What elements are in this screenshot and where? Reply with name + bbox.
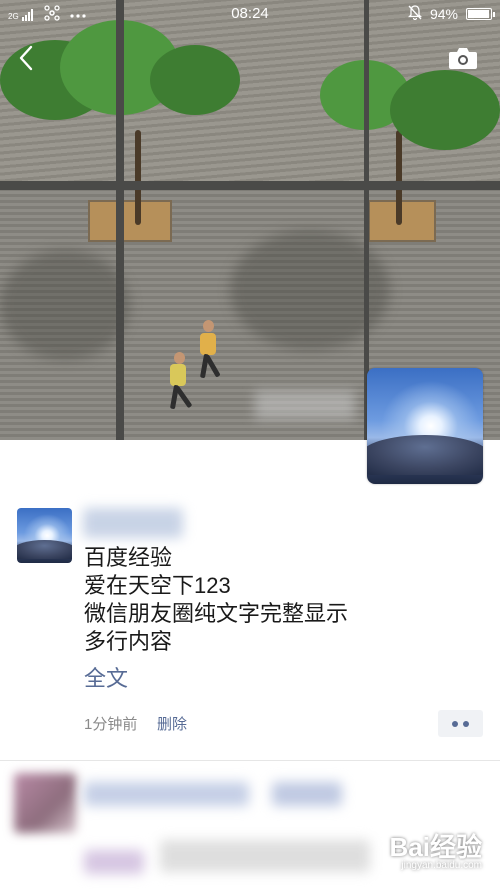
battery-percent: 94%: [429, 6, 458, 22]
camera-button[interactable]: [448, 46, 478, 70]
status-bar: 2G 08:24 94%: [0, 0, 500, 28]
post-line: 多行内容: [84, 629, 173, 654]
full-text-link[interactable]: 全文: [84, 661, 128, 693]
next-post-name-blurred: [84, 782, 249, 806]
window-frame-bar: [0, 181, 500, 190]
post-divider: [0, 760, 500, 761]
delete-link[interactable]: 删除: [157, 713, 187, 734]
watermark-url: jingyan.baidu.com: [401, 860, 482, 871]
chevron-left-icon: [19, 45, 33, 71]
post-author-name-blurred[interactable]: [83, 508, 183, 538]
post-author-avatar[interactable]: [17, 508, 72, 563]
mute-bell-icon: [407, 5, 423, 23]
profile-avatar[interactable]: [367, 368, 483, 484]
battery-icon: [466, 8, 495, 20]
avatar-image: [17, 508, 72, 563]
post-content: 百度经验 爱在天空下123 微信朋友圈纯文字完整显示 多行内容: [84, 544, 348, 656]
tree-foliage: [150, 45, 240, 115]
next-post-name-blurred: [272, 782, 342, 806]
back-button[interactable]: [14, 44, 40, 72]
baidu-jingyan-watermark: Bai经验 jingyan.baidu.com: [390, 834, 482, 872]
tree-trunk: [135, 130, 141, 225]
watermark-brand: Bai经验: [389, 832, 482, 862]
next-post-text-blurred: [84, 850, 144, 874]
next-post-text-blurred: [160, 840, 370, 872]
avatar-image: [367, 368, 483, 484]
tree-trunk: [396, 130, 402, 225]
post-timestamp: 1分钟前: [84, 716, 138, 733]
window-frame-post: [116, 0, 124, 440]
post-line: 百度经验: [84, 545, 173, 570]
post-line: 微信朋友圈纯文字完整显示: [84, 601, 349, 626]
tree-shadow: [0, 250, 130, 360]
more-actions-button[interactable]: [438, 710, 483, 737]
next-post-avatar-blurred[interactable]: [14, 773, 76, 833]
tree-planter: [88, 200, 172, 242]
tree-foliage: [390, 70, 500, 150]
tree-planter: [368, 200, 436, 242]
more-dots-icon: [452, 720, 469, 727]
blurred-area: [255, 390, 355, 420]
camera-icon: [449, 48, 477, 69]
post-line: 爱在天空下123: [84, 573, 231, 598]
